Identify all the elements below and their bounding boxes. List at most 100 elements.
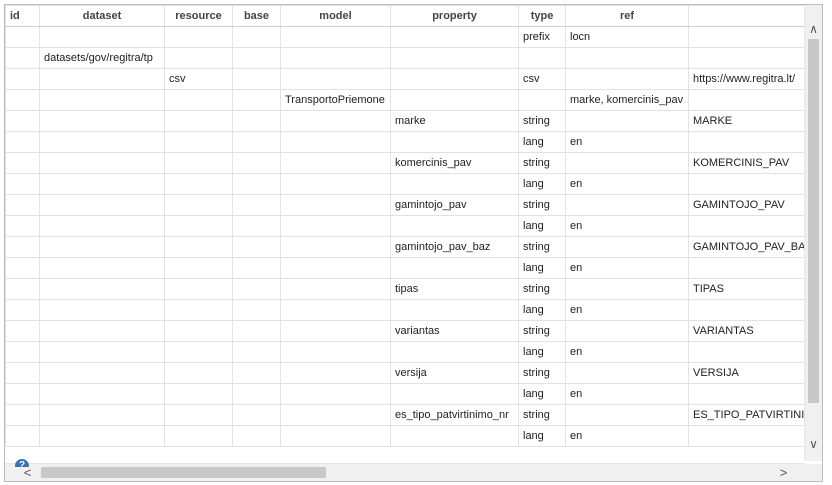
cell-id[interactable] xyxy=(5,362,40,384)
cell-resource[interactable] xyxy=(164,26,233,48)
cell-dataset[interactable] xyxy=(39,131,165,153)
cell-base[interactable] xyxy=(232,278,281,300)
cell-ref[interactable]: en xyxy=(565,299,689,321)
cell-ref[interactable] xyxy=(565,152,689,174)
cell-base[interactable] xyxy=(232,341,281,363)
cell-source[interactable] xyxy=(688,425,805,447)
cell-type[interactable]: string xyxy=(518,110,566,132)
cell-dataset[interactable] xyxy=(39,383,165,405)
cell-type[interactable] xyxy=(518,89,566,111)
cell-base[interactable] xyxy=(232,152,281,174)
cell-property[interactable] xyxy=(390,425,519,447)
scroll-down-icon[interactable]: ∨ xyxy=(805,436,822,453)
cell-type[interactable]: string xyxy=(518,278,566,300)
cell-ref[interactable]: en xyxy=(565,341,689,363)
cell-ref[interactable] xyxy=(565,47,689,69)
cell-resource[interactable] xyxy=(164,236,233,258)
cell-ref[interactable] xyxy=(565,362,689,384)
cell-id[interactable] xyxy=(5,215,40,237)
cell-model[interactable] xyxy=(280,173,391,195)
cell-resource[interactable] xyxy=(164,383,233,405)
cell-property[interactable]: tipas xyxy=(390,278,519,300)
vertical-scrollbar[interactable]: ∧ ∨ xyxy=(804,5,822,461)
cell-id[interactable] xyxy=(5,236,40,258)
cell-type[interactable]: csv xyxy=(518,68,566,90)
cell-id[interactable] xyxy=(5,257,40,279)
cell-id[interactable] xyxy=(5,47,40,69)
cell-dataset[interactable] xyxy=(39,341,165,363)
cell-ref[interactable] xyxy=(565,194,689,216)
column-header-resource[interactable]: resource xyxy=(164,5,233,27)
cell-property[interactable] xyxy=(390,26,519,48)
cell-base[interactable] xyxy=(232,236,281,258)
cell-source[interactable]: VERSIJA xyxy=(688,362,805,384)
cell-source[interactable]: https://www.regitra.lt/ xyxy=(688,68,805,90)
column-header-property[interactable]: property xyxy=(390,5,519,27)
horizontal-scroll-thumb[interactable] xyxy=(41,467,326,478)
cell-dataset[interactable] xyxy=(39,194,165,216)
cell-property[interactable]: marke xyxy=(390,110,519,132)
cell-id[interactable] xyxy=(5,131,40,153)
cell-property[interactable] xyxy=(390,89,519,111)
cell-resource[interactable] xyxy=(164,257,233,279)
cell-dataset[interactable] xyxy=(39,110,165,132)
cell-source[interactable] xyxy=(688,215,805,237)
cell-resource[interactable] xyxy=(164,278,233,300)
cell-resource[interactable] xyxy=(164,341,233,363)
column-header-dataset[interactable]: dataset xyxy=(39,5,165,27)
cell-model[interactable] xyxy=(280,257,391,279)
cell-dataset[interactable] xyxy=(39,299,165,321)
cell-source[interactable]: GAMINTOJO_PAV_BAZ xyxy=(688,236,805,258)
cell-type[interactable] xyxy=(518,47,566,69)
cell-base[interactable] xyxy=(232,425,281,447)
cell-source[interactable] xyxy=(688,89,805,111)
cell-source[interactable]: GAMINTOJO_PAV xyxy=(688,194,805,216)
column-header-type[interactable]: type xyxy=(518,5,566,27)
cell-id[interactable] xyxy=(5,68,40,90)
cell-type[interactable]: string xyxy=(518,404,566,426)
cell-property[interactable] xyxy=(390,215,519,237)
cell-ref[interactable]: marke, komercinis_pav xyxy=(565,89,689,111)
cell-source[interactable] xyxy=(688,131,805,153)
cell-type[interactable]: lang xyxy=(518,257,566,279)
cell-source[interactable] xyxy=(688,299,805,321)
cell-resource[interactable] xyxy=(164,89,233,111)
cell-base[interactable] xyxy=(232,110,281,132)
cell-base[interactable] xyxy=(232,26,281,48)
cell-ref[interactable]: en xyxy=(565,173,689,195)
cell-base[interactable] xyxy=(232,173,281,195)
cell-property[interactable] xyxy=(390,383,519,405)
cell-dataset[interactable] xyxy=(39,68,165,90)
cell-dataset[interactable] xyxy=(39,278,165,300)
cell-type[interactable]: string xyxy=(518,236,566,258)
cell-dataset[interactable] xyxy=(39,215,165,237)
cell-id[interactable] xyxy=(5,173,40,195)
column-header-source[interactable] xyxy=(688,5,805,27)
cell-resource[interactable] xyxy=(164,299,233,321)
cell-base[interactable] xyxy=(232,131,281,153)
cell-source[interactable] xyxy=(688,47,805,69)
cell-base[interactable] xyxy=(232,194,281,216)
cell-id[interactable] xyxy=(5,383,40,405)
cell-base[interactable] xyxy=(232,320,281,342)
cell-model[interactable]: TransportoPriemone xyxy=(280,89,391,111)
cell-ref[interactable] xyxy=(565,404,689,426)
cell-source[interactable]: VARIANTAS xyxy=(688,320,805,342)
cell-model[interactable] xyxy=(280,26,391,48)
cell-base[interactable] xyxy=(232,299,281,321)
cell-ref[interactable]: en xyxy=(565,257,689,279)
cell-ref[interactable]: en xyxy=(565,425,689,447)
cell-base[interactable] xyxy=(232,404,281,426)
cell-resource[interactable] xyxy=(164,404,233,426)
cell-model[interactable] xyxy=(280,278,391,300)
cell-type[interactable]: prefix xyxy=(518,26,566,48)
cell-resource[interactable]: csv xyxy=(164,68,233,90)
cell-source[interactable]: KOMERCINIS_PAV xyxy=(688,152,805,174)
cell-ref[interactable] xyxy=(565,236,689,258)
cell-base[interactable] xyxy=(232,68,281,90)
cell-type[interactable]: string xyxy=(518,194,566,216)
cell-resource[interactable] xyxy=(164,215,233,237)
column-header-ref[interactable]: ref xyxy=(565,5,689,27)
cell-source[interactable] xyxy=(688,26,805,48)
cell-dataset[interactable] xyxy=(39,362,165,384)
